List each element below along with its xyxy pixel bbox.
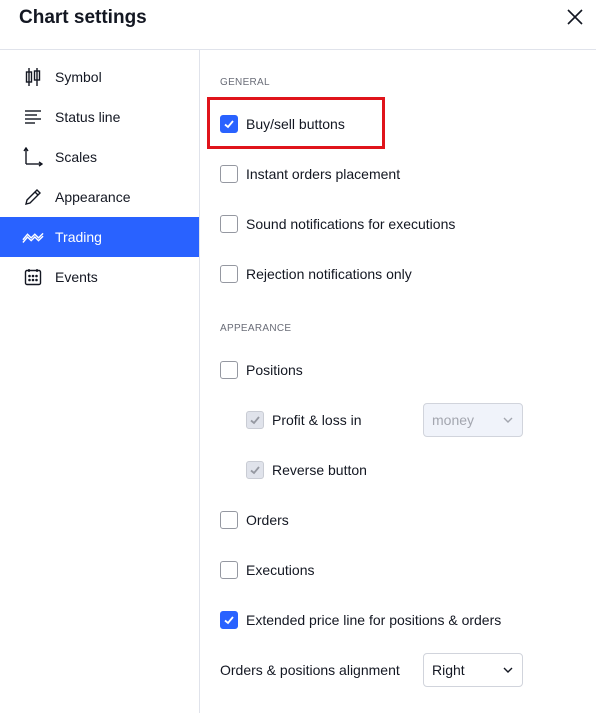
section-label-appearance: APPEARANCE: [220, 323, 292, 334]
sidebar-item-trading[interactable]: Trading: [0, 217, 199, 257]
alignment-label: Orders & positions alignment: [220, 662, 400, 678]
chevron-down-icon: [503, 417, 513, 423]
profit-loss-checkbox: [246, 411, 264, 429]
sidebar-item-label: Appearance: [55, 189, 131, 205]
sidebar-item-label: Trading: [55, 229, 102, 245]
orders-option[interactable]: Orders: [220, 511, 289, 529]
positions-option[interactable]: Positions: [220, 361, 303, 379]
settings-sidebar: Symbol Status line Scales Appearance Tra…: [0, 57, 199, 297]
option-label: Reverse button: [272, 462, 367, 478]
sidebar-item-label: Status line: [55, 109, 121, 125]
rejection-notifications-option[interactable]: Rejection notifications only: [220, 265, 412, 283]
buy-sell-checkbox[interactable]: [220, 115, 238, 133]
status-line-icon: [22, 106, 44, 128]
scales-icon: [22, 146, 44, 168]
option-label: Positions: [246, 362, 303, 378]
positions-checkbox[interactable]: [220, 361, 238, 379]
executions-option[interactable]: Executions: [220, 561, 314, 579]
pencil-icon: [22, 186, 44, 208]
buy-sell-buttons-option[interactable]: Buy/sell buttons: [220, 115, 345, 133]
option-label: Executions: [246, 562, 315, 578]
select-value: Right: [432, 662, 465, 678]
sidebar-item-symbol[interactable]: Symbol: [0, 57, 199, 97]
calendar-icon: [22, 266, 44, 288]
sound-notifications-checkbox[interactable]: [220, 215, 238, 233]
sound-notifications-option[interactable]: Sound notifications for executions: [220, 215, 455, 233]
extended-price-line-option[interactable]: Extended price line for positions & orde…: [220, 611, 501, 629]
sidebar-item-events[interactable]: Events: [0, 257, 199, 297]
option-label: Extended price line for positions & orde…: [246, 612, 502, 628]
rejection-notifications-checkbox[interactable]: [220, 265, 238, 283]
select-value: money: [432, 412, 475, 428]
sidebar-item-label: Scales: [55, 149, 98, 165]
executions-checkbox[interactable]: [220, 561, 238, 579]
candlestick-icon: [22, 66, 44, 88]
option-label: Orders: [246, 512, 289, 528]
option-label: Instant orders placement: [246, 166, 401, 182]
dialog-title: Chart settings: [19, 7, 147, 28]
profit-loss-unit-select: money: [423, 403, 523, 437]
instant-orders-option[interactable]: Instant orders placement: [220, 165, 400, 183]
instant-orders-checkbox[interactable]: [220, 165, 238, 183]
sidebar-divider: [199, 50, 200, 713]
close-icon[interactable]: [564, 6, 586, 28]
extended-price-line-checkbox[interactable]: [220, 611, 238, 629]
header-divider: [0, 49, 596, 50]
reverse-button-checkbox: [246, 461, 264, 479]
sidebar-item-label: Symbol: [55, 69, 102, 85]
sidebar-item-status-line[interactable]: Status line: [0, 97, 199, 137]
reverse-button-option: Reverse button: [246, 461, 367, 479]
sidebar-item-label: Events: [55, 269, 98, 285]
option-label: Buy/sell buttons: [246, 116, 345, 132]
section-label-general: GENERAL: [220, 77, 270, 88]
sidebar-item-appearance[interactable]: Appearance: [0, 177, 199, 217]
option-label: Rejection notifications only: [246, 266, 412, 282]
orders-checkbox[interactable]: [220, 511, 238, 529]
option-label: Profit & loss in: [272, 412, 362, 428]
sidebar-item-scales[interactable]: Scales: [0, 137, 199, 177]
alignment-select[interactable]: Right: [423, 653, 523, 687]
chevron-down-icon: [503, 667, 513, 673]
profit-loss-option: Profit & loss in: [246, 411, 361, 429]
trading-wave-icon: [22, 226, 44, 248]
option-label: Sound notifications for executions: [246, 216, 456, 232]
